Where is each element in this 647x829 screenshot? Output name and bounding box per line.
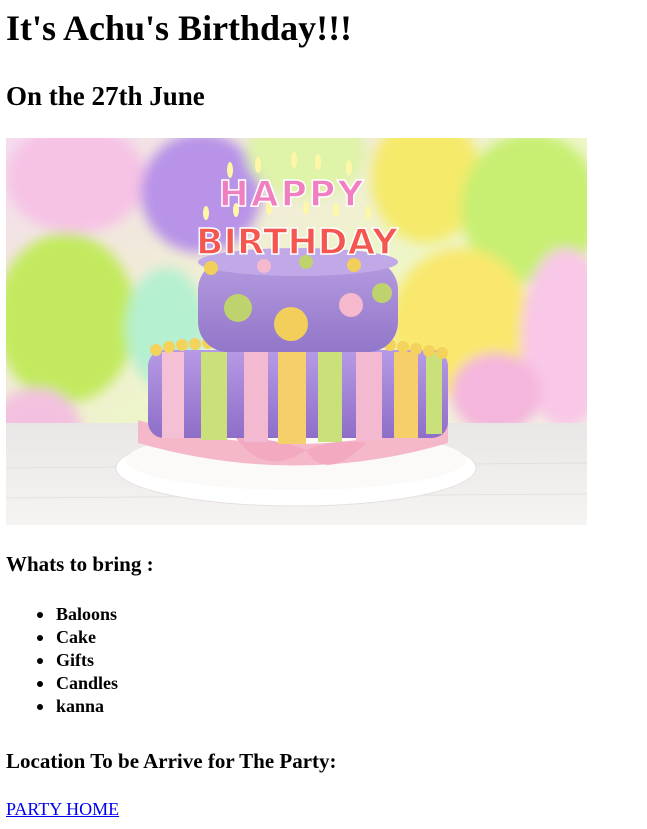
list-item: kanna	[37, 695, 641, 718]
location-heading: Location To be Arrive for The Party:	[6, 749, 337, 773]
list-item: Gifts	[37, 649, 641, 672]
page-content: It's Achu's Birthday!!! On the 27th June	[6, 0, 641, 820]
bring-heading: Whats to bring :	[6, 552, 154, 576]
cake-stripes	[162, 352, 442, 444]
birthday-cake-image: HAPPY BIRTHDAY	[6, 138, 587, 525]
party-home-link[interactable]: PARTY HOME	[6, 798, 119, 820]
page-subtitle: On the 27th June	[6, 81, 205, 111]
list-item: Candles	[37, 672, 641, 695]
list-item: Baloons	[37, 603, 641, 626]
list-item: Cake	[37, 626, 641, 649]
svg-text:HAPPY: HAPPY	[219, 174, 366, 215]
svg-text:BIRTHDAY: BIRTHDAY	[196, 222, 399, 263]
page-title: It's Achu's Birthday!!!	[6, 8, 353, 48]
bring-list: Baloons Cake Gifts Candles kanna	[6, 603, 641, 718]
